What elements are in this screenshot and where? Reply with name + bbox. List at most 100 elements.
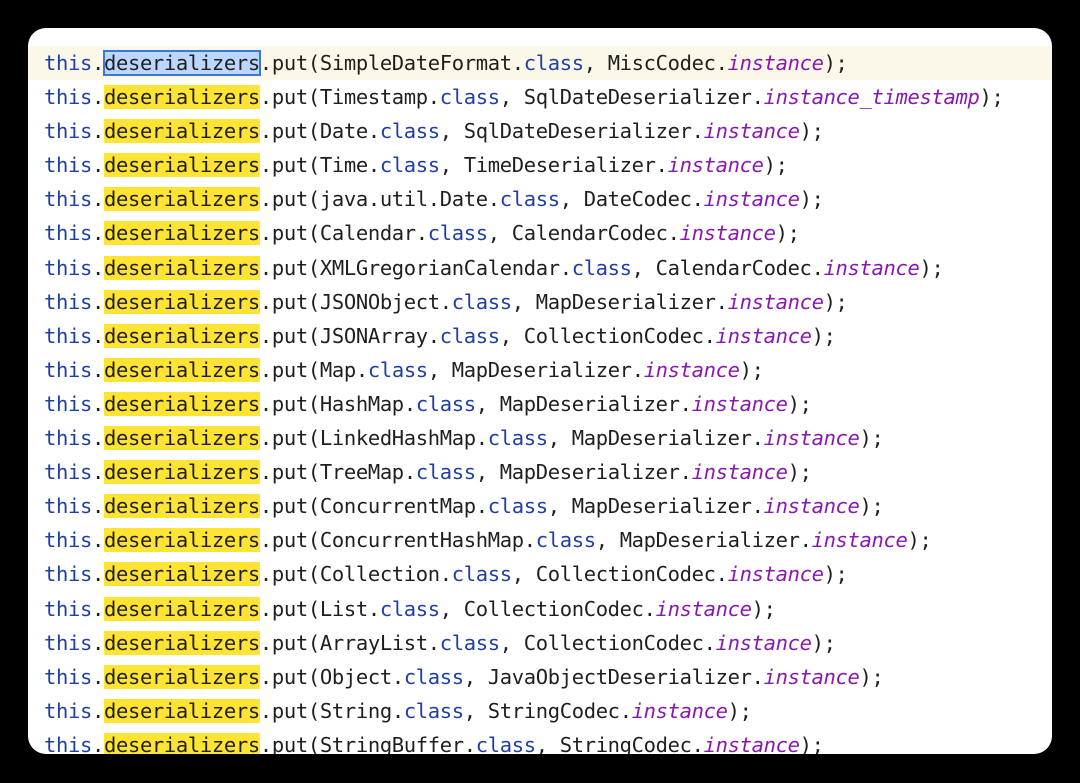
- deserializers-field[interactable]: deserializers: [103, 630, 260, 655]
- method-name: put: [271, 494, 308, 519]
- this-keyword: this: [44, 255, 92, 280]
- static-field: instance: [679, 221, 776, 246]
- deserializers-field[interactable]: deserializers: [103, 323, 260, 348]
- code-line[interactable]: this.deserializers.put(Map.class, MapDes…: [28, 353, 1052, 387]
- code-line[interactable]: this.deserializers.put(LinkedHashMap.cla…: [28, 421, 1052, 455]
- type-name: LinkedHashMap: [319, 426, 476, 451]
- method-name: put: [271, 255, 308, 280]
- code-line[interactable]: this.deserializers.put(JSONArray.class, …: [28, 319, 1052, 353]
- deserializers-field[interactable]: deserializers: [103, 732, 260, 754]
- code-line[interactable]: this.deserializers.put(XMLGregorianCalen…: [28, 251, 1052, 285]
- this-keyword: this: [44, 153, 92, 178]
- type-name: Calendar: [319, 221, 416, 246]
- class-keyword: class: [451, 562, 512, 587]
- deserializers-field[interactable]: deserializers: [103, 426, 260, 451]
- type-name: java.util.Date: [319, 187, 488, 212]
- code-line[interactable]: this.deserializers.put(ArrayList.class, …: [28, 626, 1052, 660]
- method-name: put: [271, 51, 308, 75]
- deserializer-name: MiscCodec: [607, 51, 716, 75]
- code-line[interactable]: this.deserializers.put(Collection.class,…: [28, 557, 1052, 591]
- type-name: TreeMap: [319, 460, 404, 485]
- this-keyword: this: [44, 664, 92, 689]
- deserializers-field[interactable]: deserializers: [103, 391, 260, 416]
- code-line[interactable]: this.deserializers.put(JSONObject.class,…: [28, 285, 1052, 319]
- class-keyword: class: [379, 119, 440, 144]
- deserializers-field[interactable]: deserializers: [103, 698, 260, 723]
- deserializers-field[interactable]: deserializers: [102, 50, 261, 76]
- method-name: put: [271, 153, 308, 178]
- static-field: instance: [703, 119, 800, 144]
- code-line[interactable]: this.deserializers.put(Calendar.class, C…: [28, 216, 1052, 250]
- code-line[interactable]: this.deserializers.put(SimpleDateFormat.…: [28, 46, 1052, 81]
- deserializer-name: MapDeserializer: [571, 494, 752, 519]
- class-keyword: class: [427, 221, 488, 246]
- code-line[interactable]: this.deserializers.put(StringBuffer.clas…: [28, 728, 1052, 754]
- deserializers-field[interactable]: deserializers: [103, 255, 260, 280]
- method-name: put: [271, 187, 308, 212]
- class-keyword: class: [379, 596, 440, 621]
- type-name: HashMap: [319, 391, 404, 416]
- this-keyword: this: [44, 732, 92, 754]
- type-name: SimpleDateFormat: [319, 51, 512, 75]
- code-editor[interactable]: this.deserializers.put(SimpleDateFormat.…: [28, 28, 1052, 754]
- deserializers-field[interactable]: deserializers: [103, 460, 260, 485]
- deserializers-field[interactable]: deserializers: [103, 664, 260, 689]
- deserializer-name: TimeDeserializer: [463, 153, 656, 178]
- method-name: put: [271, 698, 308, 723]
- method-name: put: [271, 85, 308, 110]
- code-line[interactable]: this.deserializers.put(List.class, Colle…: [28, 592, 1052, 626]
- code-line[interactable]: this.deserializers.put(java.util.Date.cl…: [28, 182, 1052, 216]
- type-name: XMLGregorianCalendar: [319, 255, 560, 280]
- deserializers-field[interactable]: deserializers: [103, 357, 260, 382]
- deserializers-field[interactable]: deserializers: [103, 562, 260, 587]
- static-field: instance: [727, 562, 824, 587]
- this-keyword: this: [44, 596, 92, 621]
- code-line[interactable]: this.deserializers.put(Timestamp.class, …: [28, 80, 1052, 114]
- deserializers-field[interactable]: deserializers: [103, 85, 260, 110]
- static-field: instance: [643, 357, 740, 382]
- code-line[interactable]: this.deserializers.put(Object.class, Jav…: [28, 660, 1052, 694]
- deserializer-name: SqlDateDeserializer: [463, 119, 692, 144]
- deserializers-field[interactable]: deserializers: [103, 221, 260, 246]
- deserializer-name: CollectionCodec: [523, 630, 704, 655]
- deserializer-name: MapDeserializer: [535, 289, 716, 314]
- static-field: instance: [691, 460, 788, 485]
- type-name: Collection: [319, 562, 440, 587]
- static-field: instance: [691, 391, 788, 416]
- type-name: String: [319, 698, 392, 723]
- deserializers-field[interactable]: deserializers: [103, 119, 260, 144]
- code-lines: this.deserializers.put(SimpleDateFormat.…: [28, 46, 1052, 754]
- type-name: List: [319, 596, 368, 621]
- deserializers-field[interactable]: deserializers: [103, 528, 260, 553]
- static-field: instance: [727, 289, 824, 314]
- this-keyword: this: [44, 528, 92, 553]
- code-line[interactable]: this.deserializers.put(String.class, Str…: [28, 694, 1052, 728]
- code-line[interactable]: this.deserializers.put(HashMap.class, Ma…: [28, 387, 1052, 421]
- deserializer-name: MapDeserializer: [619, 528, 800, 553]
- class-keyword: class: [379, 153, 440, 178]
- deserializer-name: StringCodec: [559, 732, 692, 754]
- class-keyword: class: [523, 51, 584, 75]
- method-name: put: [271, 528, 308, 553]
- deserializer-name: MapDeserializer: [571, 426, 752, 451]
- deserializers-field[interactable]: deserializers: [103, 187, 260, 212]
- deserializers-field[interactable]: deserializers: [103, 494, 260, 519]
- static-field: instance: [703, 187, 800, 212]
- this-keyword: this: [44, 494, 92, 519]
- deserializer-name: CalendarCodec: [655, 255, 812, 280]
- type-name: ConcurrentHashMap: [319, 528, 524, 553]
- code-line[interactable]: this.deserializers.put(Date.class, SqlDa…: [28, 114, 1052, 148]
- code-line[interactable]: this.deserializers.put(Time.class, TimeD…: [28, 148, 1052, 182]
- class-keyword: class: [499, 187, 560, 212]
- deserializers-field[interactable]: deserializers: [103, 289, 260, 314]
- deserializer-name: CollectionCodec: [463, 596, 644, 621]
- this-keyword: this: [44, 630, 92, 655]
- deserializer-name: JavaObjectDeserializer: [487, 664, 752, 689]
- code-line[interactable]: this.deserializers.put(TreeMap.class, Ma…: [28, 455, 1052, 489]
- deserializers-field[interactable]: deserializers: [103, 153, 260, 178]
- deserializers-field[interactable]: deserializers: [103, 596, 260, 621]
- code-line[interactable]: this.deserializers.put(ConcurrentHashMap…: [28, 523, 1052, 557]
- code-line[interactable]: this.deserializers.put(ConcurrentMap.cla…: [28, 489, 1052, 523]
- class-keyword: class: [487, 426, 548, 451]
- type-name: StringBuffer: [319, 732, 464, 754]
